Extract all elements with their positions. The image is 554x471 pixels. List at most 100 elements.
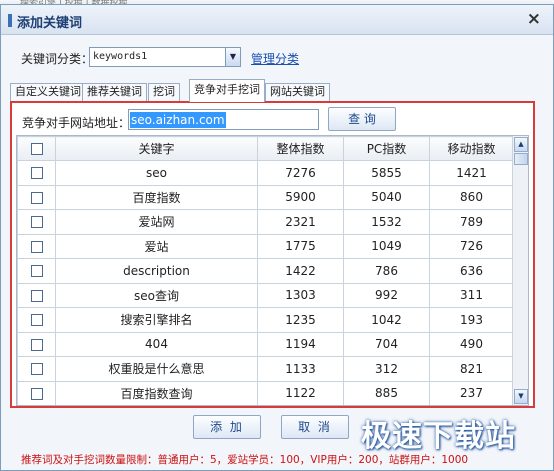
select-all-cell	[17, 136, 56, 161]
category-selected-value: keywords1	[93, 51, 148, 62]
table-header-row: 关键字 整体指数 PC指数 移动指数	[17, 136, 514, 161]
row-checkbox[interactable]	[30, 314, 43, 327]
keyword-cell: seo	[55, 160, 258, 186]
category-label: 关键词分类：	[21, 52, 94, 66]
table-row[interactable]: 404 1194 704 490	[17, 331, 514, 357]
limit-notice: 推荐词及对手挖词数量限制：普通用户：5，爱站学员：100，VIP用户：200，站…	[21, 454, 469, 466]
row-checkbox-cell	[17, 307, 56, 333]
chevron-down-icon[interactable]: ▼	[225, 48, 240, 66]
mobile-index-cell: 193	[429, 307, 514, 333]
pc-index-cell: 1049	[343, 233, 430, 259]
competitor-panel: 竞争对手网站地址： seo.aizhan.com 查 询 关键字 整体指数 PC…	[10, 101, 535, 408]
pc-index-cell: 5040	[343, 184, 430, 210]
mobile-index-cell: 636	[429, 258, 514, 284]
column-header-mobile-index[interactable]: 移动指数	[429, 136, 514, 161]
table-row[interactable]: description 1422 786 636	[17, 258, 514, 284]
row-checkbox-cell	[17, 184, 56, 210]
column-header-pc-index[interactable]: PC指数	[343, 136, 430, 161]
row-checkbox[interactable]	[30, 387, 43, 400]
pc-index-cell: 992	[343, 282, 430, 308]
total-index-cell: 1775	[257, 233, 344, 259]
table-row[interactable]: 百度指数 5900 5040 860	[17, 184, 514, 210]
mobile-index-cell: 490	[429, 331, 514, 357]
table-row[interactable]: seo查询 1303 992 311	[17, 282, 514, 308]
table-row[interactable]: seo 7276 5855 1421	[17, 160, 514, 186]
competitor-url-input[interactable]: seo.aizhan.com	[128, 109, 319, 130]
row-checkbox[interactable]	[30, 191, 43, 204]
table-row[interactable]: 百度指数查询 1122 885 237	[17, 380, 514, 405]
competitor-url-label: 竞争对手网站地址：	[22, 116, 131, 130]
keyword-table-container: 关键字 整体指数 PC指数 移动指数 seo 7276 5855 1421 百度指数 5…	[16, 135, 529, 406]
keyword-table: 关键字 整体指数 PC指数 移动指数 seo 7276 5855 1421 百度指数 5…	[17, 136, 514, 405]
close-icon[interactable]: ×	[527, 10, 541, 28]
keyword-cell: 搜索引擎排名	[55, 307, 258, 333]
keyword-cell: 404	[55, 331, 258, 357]
row-checkbox[interactable]	[30, 363, 43, 376]
column-header-total-index[interactable]: 整体指数	[257, 136, 344, 161]
cancel-button[interactable]: 取 消	[281, 415, 349, 439]
total-index-cell: 1194	[257, 331, 344, 357]
category-select[interactable]: keywords1 ▼	[89, 47, 241, 67]
mobile-index-cell: 860	[429, 184, 514, 210]
total-index-cell: 1122	[257, 380, 344, 405]
row-checkbox-cell	[17, 380, 56, 405]
mobile-index-cell: 726	[429, 233, 514, 259]
tab-competitor-dig[interactable]: 竞争对手挖词	[189, 79, 265, 102]
total-index-cell: 7276	[257, 160, 344, 186]
keyword-cell: description	[55, 258, 258, 284]
select-all-checkbox[interactable]	[30, 143, 43, 155]
column-header-keyword[interactable]: 关键字	[55, 136, 258, 161]
dialog-title: 添加关键词	[17, 16, 83, 31]
table-scrollbar[interactable]: ▲ ▼	[512, 136, 528, 405]
table-row[interactable]: 爱站 1775 1049 726	[17, 233, 514, 259]
row-checkbox-cell	[17, 331, 56, 357]
pc-index-cell: 1532	[343, 209, 430, 235]
keyword-cell: 爱站	[55, 233, 258, 259]
pc-index-cell: 312	[343, 356, 430, 382]
pc-index-cell: 5855	[343, 160, 430, 186]
table-row[interactable]: 爱站网 2321 1532 789	[17, 209, 514, 235]
tab-dig-words[interactable]: 挖词	[148, 83, 180, 101]
mobile-index-cell: 237	[429, 380, 514, 405]
scrollbar-thumb[interactable]	[514, 153, 528, 165]
row-checkbox[interactable]	[30, 265, 43, 278]
keyword-cell: seo查询	[55, 282, 258, 308]
row-checkbox[interactable]	[30, 240, 43, 253]
row-checkbox[interactable]	[30, 167, 43, 180]
add-button[interactable]: 添 加	[193, 415, 261, 439]
pc-index-cell: 704	[343, 331, 430, 357]
row-checkbox-cell	[17, 282, 56, 308]
tab-site-keywords[interactable]: 网站关键词	[265, 83, 330, 101]
row-checkbox-cell	[17, 258, 56, 284]
total-index-cell: 1133	[257, 356, 344, 382]
add-keyword-dialog: 添加关键词 × 关键词分类： keywords1 ▼ 管理分类 自定义关键词 推…	[0, 4, 554, 471]
table-row[interactable]: 搜索引擎排名 1235 1042 193	[17, 307, 514, 333]
competitor-url-value: seo.aizhan.com	[130, 112, 226, 128]
pc-index-cell: 786	[343, 258, 430, 284]
row-checkbox-cell	[17, 356, 56, 382]
keyword-cell: 爱站网	[55, 209, 258, 235]
tab-custom-keywords[interactable]: 自定义关键词	[10, 83, 86, 101]
pc-index-cell: 1042	[343, 307, 430, 333]
table-row[interactable]: 权重股是什么意思 1133 312 821	[17, 356, 514, 382]
total-index-cell: 1303	[257, 282, 344, 308]
row-checkbox[interactable]	[30, 338, 43, 351]
title-accent-icon	[8, 14, 12, 27]
row-checkbox[interactable]	[30, 216, 43, 229]
dialog-titlebar: 添加关键词 ×	[1, 5, 553, 35]
tab-recommended-keywords[interactable]: 推荐关键词	[82, 83, 147, 101]
arrow-up-icon[interactable]: ▲	[514, 137, 528, 152]
mobile-index-cell: 311	[429, 282, 514, 308]
mobile-index-cell: 789	[429, 209, 514, 235]
row-checkbox[interactable]	[30, 289, 43, 302]
row-checkbox-cell	[17, 209, 56, 235]
manage-category-link[interactable]: 管理分类	[251, 50, 299, 67]
mobile-index-cell: 1421	[429, 160, 514, 186]
row-checkbox-cell	[17, 160, 56, 186]
query-button[interactable]: 查 询	[328, 107, 396, 131]
total-index-cell: 2321	[257, 209, 344, 235]
total-index-cell: 1235	[257, 307, 344, 333]
arrow-down-icon[interactable]: ▼	[514, 389, 528, 404]
keyword-cell: 权重股是什么意思	[55, 356, 258, 382]
watermark-logo: 极速下载站	[361, 419, 516, 454]
